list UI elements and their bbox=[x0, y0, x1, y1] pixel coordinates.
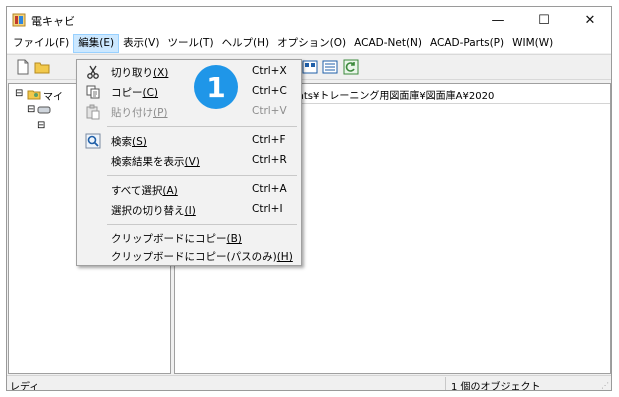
menu-item-select-all[interactable]: すべて選択(A) Ctrl+A bbox=[77, 180, 301, 199]
menu-edit[interactable]: 編集(E) bbox=[73, 34, 120, 53]
maximize-icon: ☐ bbox=[538, 13, 550, 28]
paste-icon bbox=[86, 104, 100, 120]
menu-acad-parts[interactable]: ACAD-Parts(P) bbox=[426, 34, 508, 53]
search-shortcut: Ctrl+F bbox=[252, 134, 286, 146]
edit-menu-dropdown: 切り取り(X) Ctrl+X コピー(C) Ctrl+C 貼り付け(P) Ctr… bbox=[76, 59, 302, 266]
copy-icon bbox=[86, 85, 100, 99]
search-icon bbox=[85, 133, 101, 149]
window-title: 電キャビ bbox=[31, 15, 75, 28]
paste-shortcut: Ctrl+V bbox=[252, 105, 287, 117]
search-key: (S) bbox=[132, 136, 147, 148]
menu-item-copy-clipboard-path[interactable]: クリップボードにコピー(パスのみ)(H) bbox=[77, 246, 301, 265]
computer-folder-icon bbox=[27, 90, 41, 100]
status-text: レディ bbox=[10, 382, 40, 391]
menu-tools[interactable]: ツール(T) bbox=[163, 34, 217, 53]
paste-key: (P) bbox=[153, 107, 168, 119]
app-window: 電キャビ — ☐ ✕ ファイル(F) 編集(E) 表示(V) ツール(T) ヘル… bbox=[6, 6, 612, 391]
refresh-icon[interactable] bbox=[343, 59, 359, 75]
step-number-badge: 1 bbox=[194, 65, 238, 109]
new-file-icon[interactable] bbox=[15, 59, 31, 75]
show-results-shortcut: Ctrl+R bbox=[252, 154, 287, 166]
menu-wim[interactable]: WIM(W) bbox=[508, 34, 557, 53]
menu-item-copy-clipboard[interactable]: クリップボードにコピー(B) bbox=[77, 228, 301, 247]
copy-clipboard-path-label: クリップボードにコピー(パスのみ) bbox=[111, 251, 277, 263]
copy-shortcut: Ctrl+C bbox=[252, 85, 287, 97]
menu-options[interactable]: オプション(O) bbox=[273, 34, 350, 53]
copy-label: コピー bbox=[111, 87, 143, 99]
cut-key: (X) bbox=[153, 67, 169, 79]
resize-grip-icon[interactable]: ⋰ bbox=[601, 381, 609, 390]
tree-root-expander[interactable]: ⊟ bbox=[15, 88, 23, 99]
copy-key: (C) bbox=[142, 87, 159, 99]
minimize-icon: — bbox=[491, 13, 505, 28]
menu-bar: ファイル(F) 編集(E) 表示(V) ツール(T) ヘルプ(H) オプション(… bbox=[7, 34, 611, 53]
paste-label: 貼り付け bbox=[111, 107, 153, 119]
show-results-label: 検索結果を表示 bbox=[111, 156, 185, 168]
invert-selection-label: 選択の切り替え bbox=[111, 205, 185, 217]
menu-separator bbox=[107, 175, 297, 176]
cut-shortcut: Ctrl+X bbox=[252, 65, 287, 77]
menu-item-show-results[interactable]: 検索結果を表示(V) Ctrl+R bbox=[77, 151, 301, 170]
copy-clipboard-key: (B) bbox=[226, 233, 242, 245]
menu-item-paste[interactable]: 貼り付け(P) Ctrl+V bbox=[77, 102, 301, 121]
menu-item-invert-selection[interactable]: 選択の切り替え(I) Ctrl+I bbox=[77, 200, 301, 219]
invert-selection-shortcut: Ctrl+I bbox=[252, 203, 283, 215]
invert-selection-key: (I) bbox=[184, 205, 196, 217]
select-all-label: すべて選択 bbox=[111, 185, 163, 197]
details-view-icon[interactable] bbox=[322, 59, 338, 75]
tree-child-expander[interactable]: ⊟ bbox=[27, 104, 35, 115]
menu-acad-net[interactable]: ACAD-Net(N) bbox=[350, 34, 426, 53]
menu-separator bbox=[107, 126, 297, 127]
menu-item-copy[interactable]: コピー(C) Ctrl+C bbox=[77, 82, 301, 101]
close-button[interactable]: ✕ bbox=[567, 7, 611, 34]
menu-help[interactable]: ヘルプ(H) bbox=[218, 34, 274, 53]
select-all-shortcut: Ctrl+A bbox=[252, 183, 287, 195]
maximize-button[interactable]: ☐ bbox=[521, 7, 567, 34]
copy-clipboard-label: クリップボードにコピー bbox=[111, 233, 227, 245]
select-all-key: (A) bbox=[162, 185, 178, 197]
large-icons-view-icon[interactable] bbox=[302, 59, 318, 75]
status-bar: レディ 1 個のオブジェクト ⋰ bbox=[7, 375, 611, 391]
scissors-icon bbox=[87, 65, 99, 79]
search-label: 検索 bbox=[111, 136, 132, 148]
open-folder-icon[interactable] bbox=[34, 59, 50, 75]
menu-item-search[interactable]: 検索(S) Ctrl+F bbox=[77, 131, 301, 150]
copy-clipboard-path-key: (H) bbox=[276, 251, 293, 263]
current-path: nents¥トレーニング用図面庫¥図面庫A¥2020 bbox=[285, 91, 495, 102]
tree-root-label[interactable]: マイ bbox=[43, 88, 63, 103]
tree-grandchild-expander[interactable]: ⊟ bbox=[37, 120, 45, 131]
title-bar: 電キャビ — ☐ ✕ bbox=[7, 7, 611, 34]
cabinet-app-icon bbox=[12, 13, 26, 27]
menu-item-cut[interactable]: 切り取り(X) Ctrl+X bbox=[77, 62, 301, 81]
menu-separator bbox=[107, 224, 297, 225]
drive-icon bbox=[37, 106, 51, 114]
close-icon: ✕ bbox=[584, 13, 596, 28]
menu-view[interactable]: 表示(V) bbox=[119, 34, 163, 53]
cut-label: 切り取り bbox=[111, 67, 153, 79]
object-count: 1 個のオブジェクト bbox=[451, 382, 541, 391]
show-results-key: (V) bbox=[184, 156, 200, 168]
status-divider bbox=[445, 377, 446, 390]
menu-file[interactable]: ファイル(F) bbox=[9, 34, 73, 53]
minimize-button[interactable]: — bbox=[475, 7, 521, 34]
